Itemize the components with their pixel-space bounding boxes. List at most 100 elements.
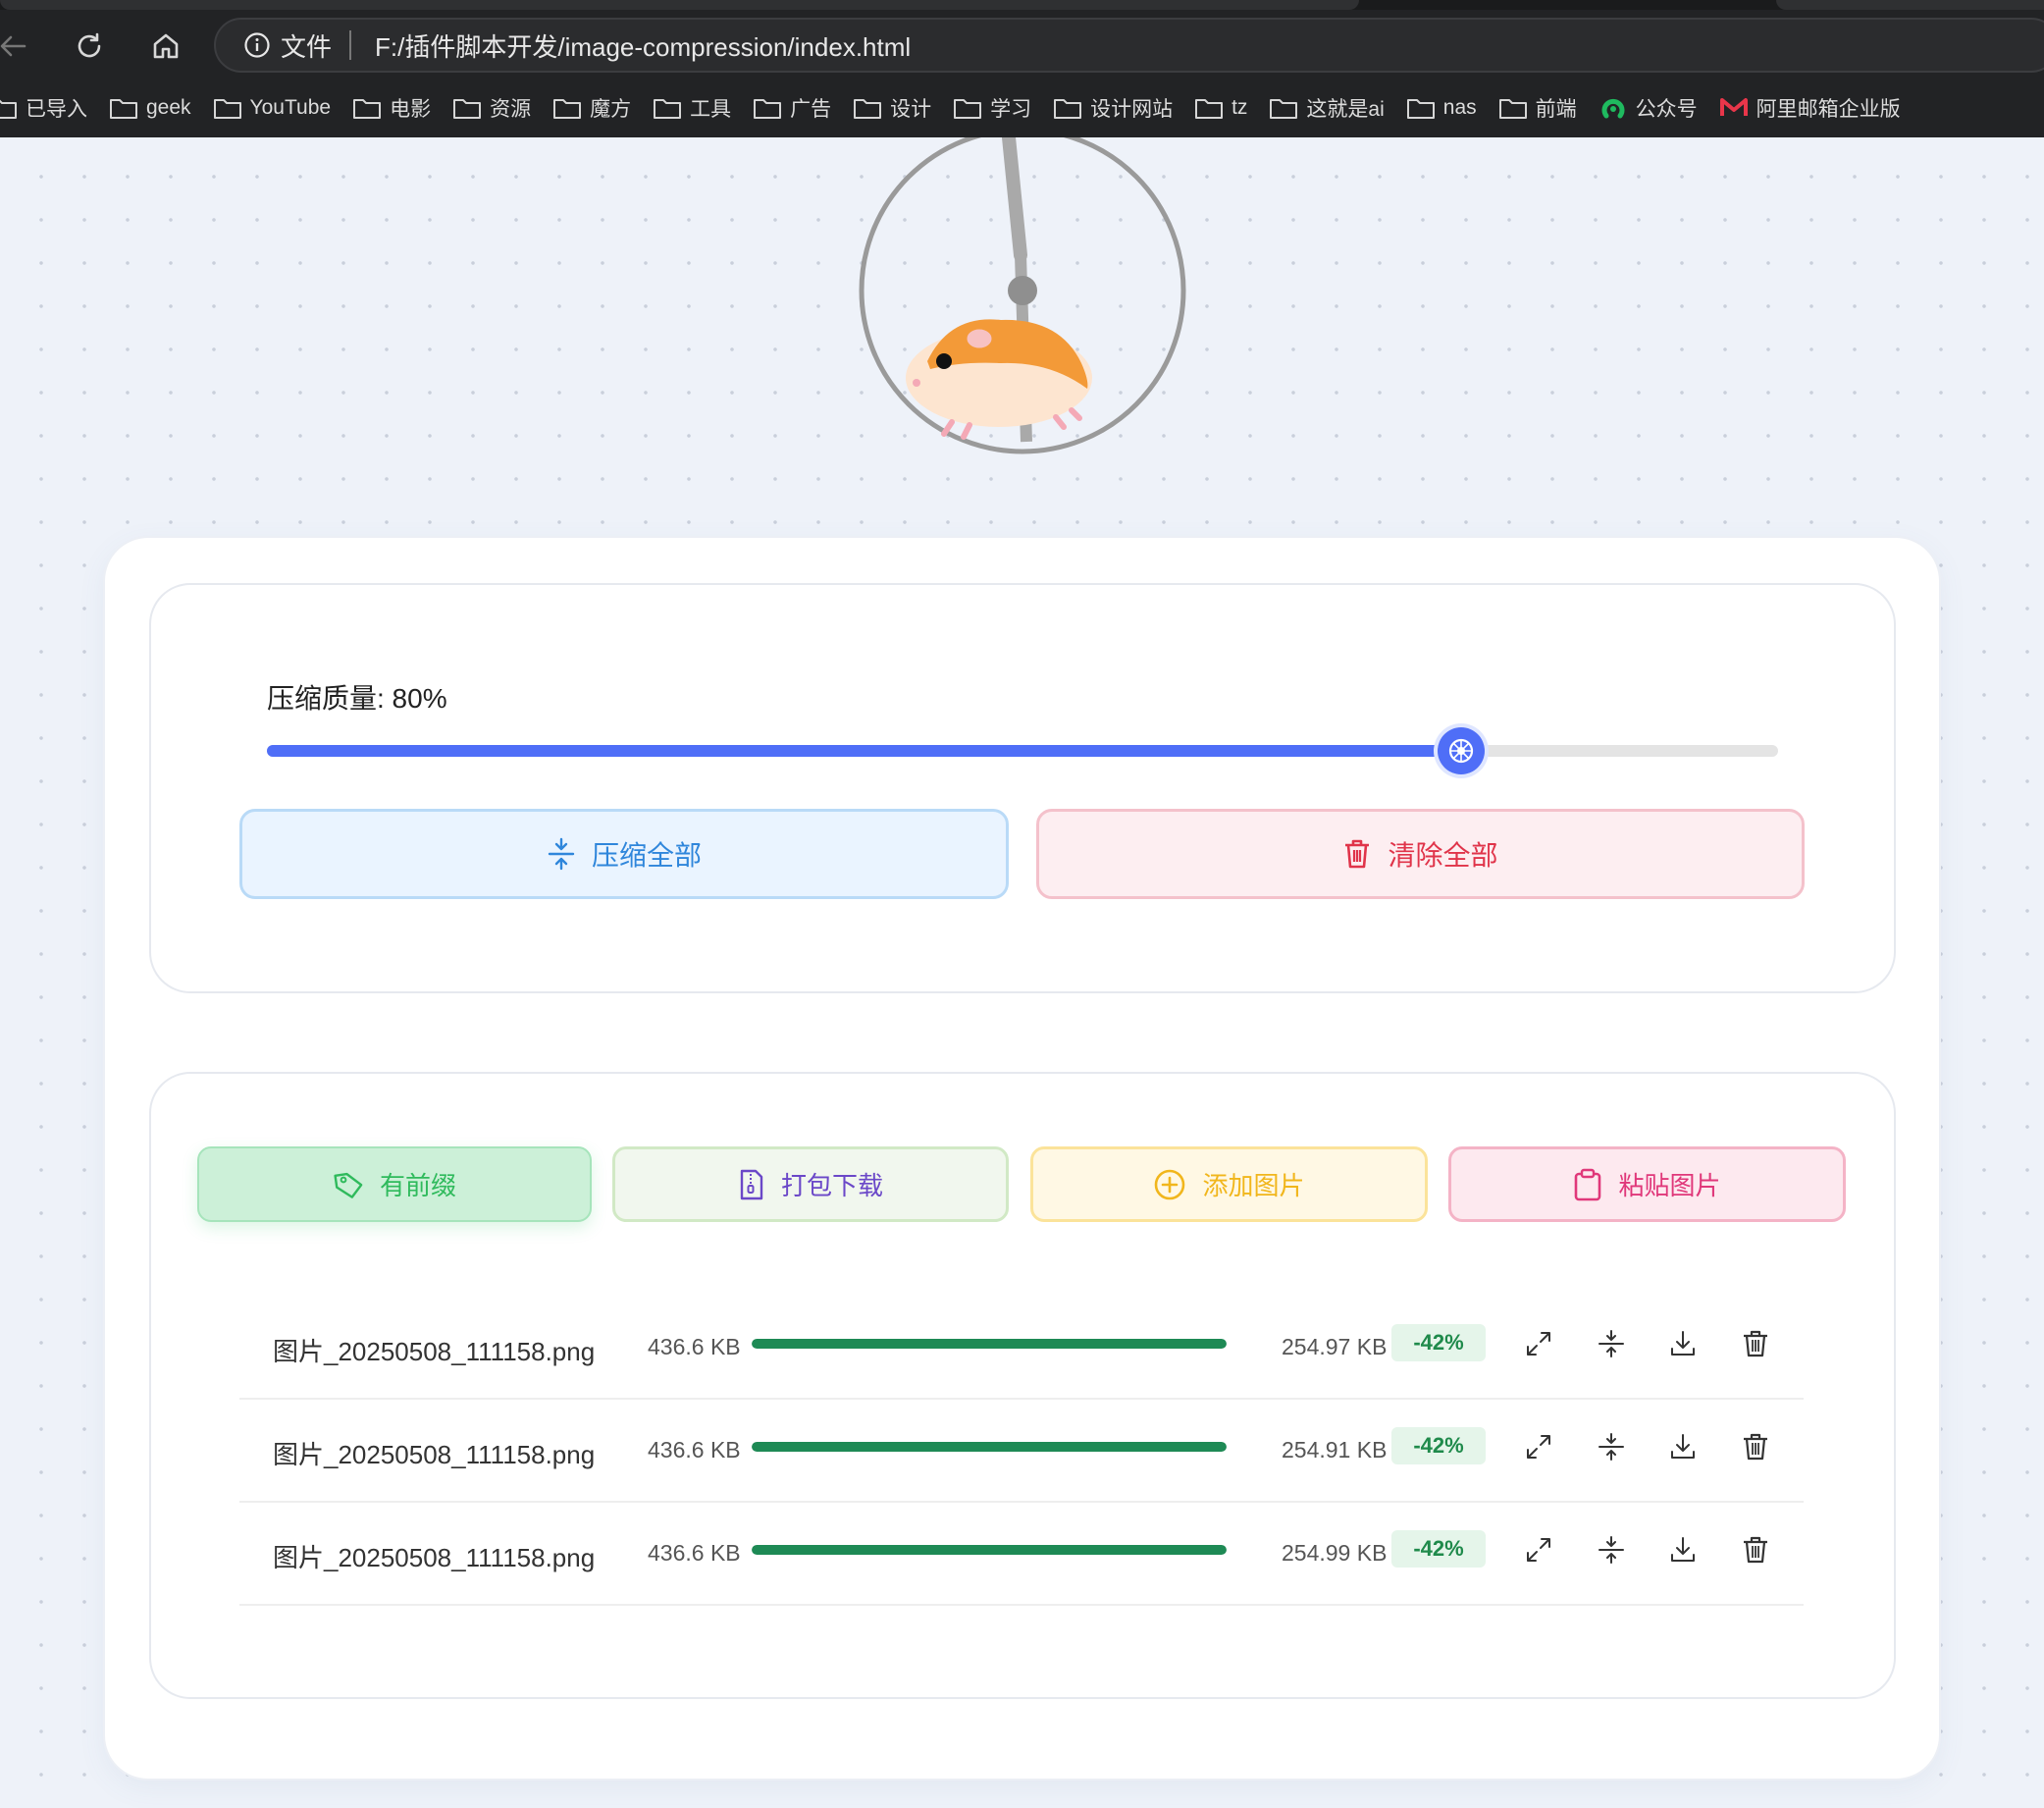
site-info-button[interactable]: 文件 <box>243 27 332 64</box>
folder-icon <box>109 96 138 120</box>
preview-button[interactable] <box>1521 1532 1556 1568</box>
folder-icon <box>1406 96 1436 120</box>
mail-icon <box>1719 96 1749 120</box>
bookmark-label: 设计 <box>890 98 932 121</box>
folder-icon <box>0 96 18 120</box>
bookmark-label: geek <box>146 96 191 119</box>
bookmark-item[interactable]: nas <box>1406 96 1477 120</box>
delete-button[interactable] <box>1738 1532 1773 1568</box>
home-icon <box>153 33 179 59</box>
quality-label: 压缩质量: 80% <box>267 683 447 714</box>
url-text[interactable]: F:/插件脚本开发/image-compression/index.html <box>375 27 911 64</box>
compression-progress <box>752 1545 1227 1555</box>
clear-all-label: 清除全部 <box>1388 840 1498 871</box>
compress-icon <box>1599 1330 1624 1357</box>
zip-download-button[interactable]: 打包下载 <box>612 1146 1009 1222</box>
bookmark-item[interactable]: 魔方 <box>552 93 631 123</box>
bookmark-item[interactable]: geek <box>109 96 191 120</box>
prefix-label: 有前缀 <box>379 1171 456 1200</box>
download-button[interactable] <box>1665 1532 1701 1568</box>
bookmark-label: 已导入 <box>26 98 87 121</box>
clipboard-icon <box>1575 1168 1601 1200</box>
compression-ratio-badge: -42% <box>1391 1324 1486 1361</box>
bookmark-item[interactable]: YouTube <box>213 96 331 120</box>
address-bar[interactable]: 文件 F:/插件脚本开发/image-compression/index.htm… <box>214 18 2044 73</box>
compression-ratio-badge: -42% <box>1391 1427 1486 1464</box>
folder-icon <box>1194 96 1224 120</box>
quality-slider[interactable] <box>267 727 1778 774</box>
compressed-size: 254.97 KB <box>1282 1334 1388 1359</box>
compression-progress <box>752 1442 1227 1452</box>
download-icon <box>1671 1537 1695 1562</box>
compress-button[interactable] <box>1594 1326 1629 1361</box>
expand-icon <box>1527 1435 1550 1459</box>
bookmark-label: 工具 <box>690 98 732 121</box>
folder-icon <box>452 96 482 120</box>
folder-icon <box>1053 96 1082 120</box>
plus-circle-icon <box>1155 1169 1185 1199</box>
compress-button[interactable] <box>1594 1532 1629 1568</box>
expand-icon <box>1527 1538 1550 1562</box>
compression-ratio-badge: -42% <box>1391 1530 1486 1568</box>
bookmark-item[interactable]: 设计网站 <box>1053 93 1173 123</box>
bookmark-item[interactable]: 设计 <box>853 93 931 123</box>
bookmark-item[interactable]: 电影 <box>352 93 431 123</box>
trash-icon <box>1345 839 1370 869</box>
prefix-toggle-button[interactable]: 有前缀 <box>197 1146 592 1222</box>
bookmark-item[interactable]: 广告 <box>753 93 831 123</box>
hamster-wheel-illustration <box>859 137 1186 454</box>
compressed-size: 254.99 KB <box>1282 1540 1388 1566</box>
delete-button[interactable] <box>1738 1429 1773 1464</box>
compress-button[interactable] <box>1594 1429 1629 1464</box>
compressed-size: 254.91 KB <box>1282 1437 1388 1462</box>
slider-thumb[interactable] <box>1437 727 1485 774</box>
compress-all-button[interactable]: 压缩全部 <box>239 809 1009 899</box>
bookmark-label: tz <box>1232 96 1248 119</box>
preview-button[interactable] <box>1521 1326 1556 1361</box>
trash-icon <box>1744 1536 1767 1564</box>
bookmark-item[interactable]: 阿里邮箱企业版 <box>1719 93 1901 123</box>
file-row: 图片_20250508_111158.png 436.6 KB 254.97 K… <box>239 1297 1804 1400</box>
file-name: 图片_20250508_111158.png <box>273 1337 596 1366</box>
zip-file-icon <box>740 1169 763 1199</box>
file-name: 图片_20250508_111158.png <box>273 1440 596 1469</box>
tab[interactable] <box>1776 0 2044 10</box>
back-button[interactable] <box>0 22 37 71</box>
add-image-button[interactable]: 添加图片 <box>1030 1146 1428 1222</box>
download-icon <box>1671 1331 1695 1356</box>
compress-icon <box>548 837 575 871</box>
bookmark-item[interactable]: 已导入 <box>0 93 87 123</box>
bookmark-label: 阿里邮箱企业版 <box>1756 98 1901 121</box>
bookmark-item[interactable]: 前端 <box>1498 93 1577 123</box>
clear-all-button[interactable]: 清除全部 <box>1036 809 1805 899</box>
trash-icon <box>1744 1433 1767 1461</box>
folder-icon <box>653 96 682 120</box>
folder-icon <box>1269 96 1298 120</box>
bookmark-item[interactable]: 公众号 <box>1599 93 1698 123</box>
bookmark-item[interactable]: 这就是ai <box>1269 93 1385 123</box>
paste-image-button[interactable]: 粘贴图片 <box>1448 1146 1846 1222</box>
tab-strip <box>0 0 2044 10</box>
progress-fill <box>752 1442 1227 1452</box>
bookmark-item[interactable]: 资源 <box>452 93 531 123</box>
paste-image-label: 粘贴图片 <box>1618 1171 1721 1200</box>
bookmark-item[interactable]: tz <box>1194 96 1247 120</box>
tab[interactable] <box>0 0 1359 10</box>
reload-icon <box>78 32 101 58</box>
address-divider <box>349 30 352 60</box>
bookmark-item[interactable]: 工具 <box>653 93 731 123</box>
bookmarks-bar: 已导入 geek YouTube 电影 资源 魔方 工具 广告 设计 学习 设计网站 tz 这就是ai n… <box>0 86 2044 130</box>
trash-icon <box>1744 1330 1767 1357</box>
download-button[interactable] <box>1665 1429 1701 1464</box>
compress-all-label: 压缩全部 <box>591 840 702 871</box>
progress-fill <box>752 1339 1227 1349</box>
delete-button[interactable] <box>1738 1326 1773 1361</box>
reload-button[interactable] <box>65 22 114 71</box>
preview-button[interactable] <box>1521 1429 1556 1464</box>
download-button[interactable] <box>1665 1326 1701 1361</box>
original-size: 436.6 KB <box>648 1540 741 1566</box>
file-row: 图片_20250508_111158.png 436.6 KB 254.91 K… <box>239 1400 1804 1503</box>
home-button[interactable] <box>141 22 190 71</box>
bookmark-item[interactable]: 学习 <box>953 93 1031 123</box>
tag-icon <box>334 1172 363 1198</box>
